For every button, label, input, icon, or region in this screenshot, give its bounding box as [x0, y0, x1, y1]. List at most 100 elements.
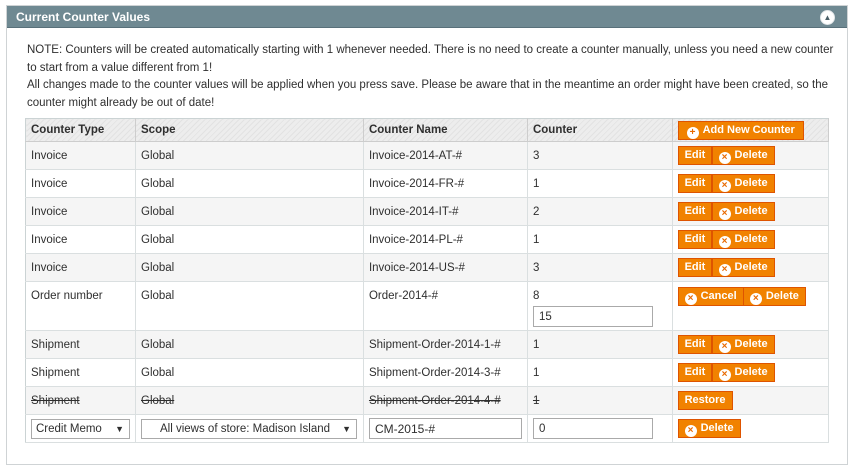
cell-name: Invoice-2014-US-# — [363, 253, 528, 282]
scope-select[interactable]: All views of store: Madison Island ▼ — [141, 418, 357, 439]
edit-button[interactable]: Edit — [677, 230, 713, 249]
counter-input[interactable] — [532, 306, 653, 327]
header-counter-name: Counter Name — [363, 118, 528, 142]
table-row: Invoice Global Invoice-2014-US-# 3 Edit … — [25, 253, 830, 282]
counter-panel: Current Counter Values ▲ NOTE: Counters … — [6, 5, 848, 465]
cell-scope: Global — [135, 358, 364, 387]
cell-name: Invoice-2014-FR-# — [363, 169, 528, 198]
delete-button[interactable]: × Delete — [711, 335, 775, 354]
delete-x-icon: × — [718, 180, 731, 192]
cell-scope: Global — [135, 281, 364, 331]
edit-button[interactable]: Edit — [677, 363, 713, 382]
delete-label: Delete — [700, 422, 734, 434]
cell-name: Invoice-2014-IT-# — [363, 197, 528, 226]
add-new-counter-label: Add New Counter — [702, 123, 795, 136]
cell-type: Shipment — [25, 358, 136, 387]
cell-actions: Restore — [672, 386, 830, 415]
cell-scope: All views of store: Madison Island ▼ — [135, 414, 364, 443]
delete-x-icon: × — [718, 152, 731, 164]
cell-name: Shipment-Order-2014-4-# — [363, 386, 528, 415]
table-header-row: Counter Type Scope Counter Name Counter … — [25, 118, 830, 142]
delete-label: Delete — [734, 149, 768, 161]
table-row: Invoice Global Invoice-2014-PL-# 1 Edit … — [25, 225, 830, 254]
delete-button[interactable]: × Delete — [677, 419, 741, 438]
cell-actions: × Cancel × Delete — [672, 281, 830, 331]
scope-selected: All views of store: Madison Island — [160, 422, 331, 435]
cell-type: Invoice — [25, 169, 136, 198]
table-row: Order number Global Order-2014-# 8 ×Canc… — [25, 281, 830, 331]
cell-type: Invoice — [25, 141, 136, 170]
cell-scope: Global — [135, 225, 364, 254]
cell-scope: Global — [135, 330, 364, 359]
panel-title: Current Counter Values — [16, 10, 151, 24]
delete-x-icon: × — [684, 425, 697, 437]
delete-button[interactable]: × Delete — [711, 230, 775, 249]
header-counter-type: Counter Type — [25, 118, 136, 142]
plus-circle-icon: + — [686, 126, 699, 139]
cell-counter: 1 — [527, 386, 673, 415]
cell-counter: 3 — [527, 253, 673, 282]
delete-button[interactable]: × Delete — [742, 287, 806, 306]
counter-type-select[interactable]: Credit Memo ▼ — [31, 418, 130, 439]
cancel-button[interactable]: × Cancel — [677, 287, 744, 306]
table-row: Invoice Global Invoice-2014-IT-# 2 Edit … — [25, 197, 830, 226]
collapse-arrow-icon[interactable]: ▲ — [820, 10, 835, 25]
edit-button[interactable]: Edit — [677, 202, 713, 221]
cell-type: Order number — [25, 281, 136, 331]
restore-button[interactable]: Restore — [677, 391, 733, 410]
note-line-2: All changes made to the counter values w… — [27, 79, 829, 109]
cell-actions: × Delete — [672, 414, 830, 443]
cell-scope: Global — [135, 197, 364, 226]
cell-type: Shipment — [25, 330, 136, 359]
delete-label: Delete — [734, 261, 768, 273]
cell-counter: 3 — [527, 141, 673, 170]
counter-value-input[interactable] — [532, 418, 653, 439]
cell-actions: Edit × Delete — [672, 358, 830, 387]
cell-type: Invoice — [25, 197, 136, 226]
delete-label: Delete — [734, 177, 768, 189]
cell-scope: Global — [135, 253, 364, 282]
cell-scope: Global — [135, 169, 364, 198]
delete-x-icon: × — [718, 341, 731, 353]
edit-button[interactable]: Edit — [677, 146, 713, 165]
cell-name — [363, 414, 528, 443]
cell-actions: Edit × Delete — [672, 141, 830, 170]
cell-name: Order-2014-# — [363, 281, 528, 331]
new-counter-row: Credit Memo ▼ All views of store: Madiso… — [25, 414, 830, 443]
cell-counter: 1 — [527, 225, 673, 254]
cell-counter: 1 — [527, 169, 673, 198]
add-new-counter-button[interactable]: + Add New Counter — [677, 120, 804, 140]
delete-x-icon: × — [749, 293, 762, 305]
delete-x-icon: × — [718, 369, 731, 381]
cancel-label: Cancel — [700, 290, 737, 302]
counter-table: Counter Type Scope Counter Name Counter … — [25, 118, 830, 443]
delete-x-icon: × — [684, 293, 697, 305]
delete-button[interactable]: × Delete — [711, 363, 775, 382]
edit-button[interactable]: Edit — [677, 258, 713, 277]
delete-label: Delete — [765, 290, 799, 302]
delete-button[interactable]: × Delete — [711, 146, 775, 165]
cell-type: Credit Memo ▼ — [25, 414, 136, 443]
cell-name: Invoice-2014-AT-# — [363, 141, 528, 170]
table-row: Shipment Global Shipment-Order-2014-3-# … — [25, 358, 830, 387]
cell-actions: Edit × Delete — [672, 169, 830, 198]
cell-type: Shipment — [25, 386, 136, 415]
cell-scope: Global — [135, 386, 364, 415]
delete-button[interactable]: × Delete — [711, 174, 775, 193]
edit-button[interactable]: Edit — [677, 335, 713, 354]
cell-counter: 1 — [527, 358, 673, 387]
table-row-deleted: Shipment Global Shipment-Order-2014-4-# … — [25, 386, 830, 415]
counter-name-input[interactable] — [368, 418, 522, 439]
delete-x-icon: × — [718, 236, 731, 248]
cell-counter: 2 — [527, 197, 673, 226]
delete-button[interactable]: × Delete — [711, 202, 775, 221]
cell-type: Invoice — [25, 253, 136, 282]
note-line-1: NOTE: Counters will be created automatic… — [27, 44, 834, 74]
cell-name: Shipment-Order-2014-1-# — [363, 330, 528, 359]
delete-button[interactable]: × Delete — [711, 258, 775, 277]
cell-name: Invoice-2014-PL-# — [363, 225, 528, 254]
cell-scope: Global — [135, 141, 364, 170]
delete-x-icon: × — [718, 264, 731, 276]
edit-button[interactable]: Edit — [677, 174, 713, 193]
cell-actions: Edit × Delete — [672, 330, 830, 359]
